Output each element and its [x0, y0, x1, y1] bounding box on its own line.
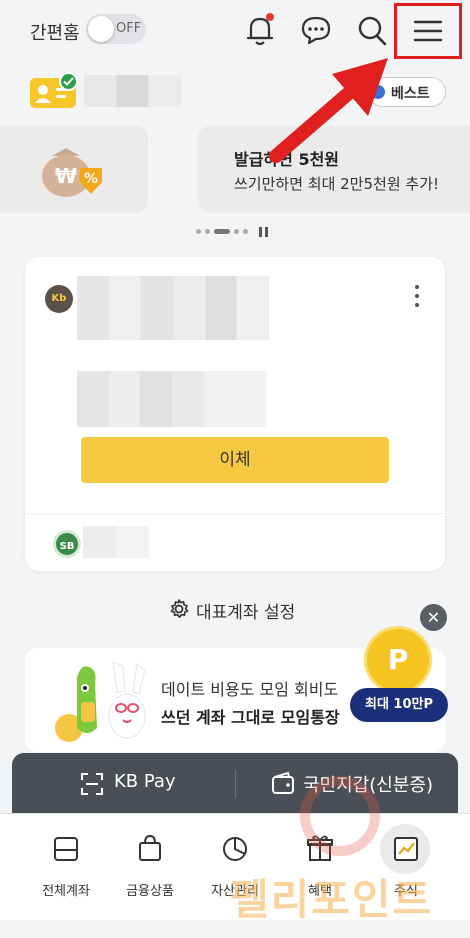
simple-home-label: 간편홈 [30, 23, 80, 44]
scan-icon [81, 773, 103, 795]
red-arrow-annotation [269, 58, 388, 163]
wallet-card-icon [54, 837, 78, 861]
close-icon[interactable]: ✕ [420, 604, 447, 631]
svg-text:%: % [84, 171, 98, 187]
wallet-icon [272, 771, 294, 794]
shopping-bag-icon [139, 834, 161, 861]
kebab-dot [415, 303, 419, 307]
stock-chart-icon [394, 837, 418, 861]
pager-dot [234, 229, 239, 234]
nav-label-all-accounts: 전체계좌 [42, 884, 90, 899]
chat-icon[interactable] [298, 12, 332, 48]
pager-dot [243, 229, 248, 234]
money-bag-icon: ₩ % [42, 148, 102, 197]
profile-row: 베스트 [0, 66, 470, 118]
simple-home-toggle[interactable]: OFF [86, 14, 146, 44]
watermark-target-image [300, 776, 380, 856]
bell-icon[interactable] [243, 12, 277, 48]
nav-label-financial-products: 금융상품 [126, 884, 174, 899]
nav-item-all-accounts[interactable]: 전체계좌 [26, 814, 106, 914]
pager-dot-active [214, 229, 230, 234]
banner-card-previous[interactable]: ₩ % [0, 126, 148, 213]
banner-subtitle: 쓰기만하면 최대 2만5천원 추가! [234, 175, 440, 193]
search-icon[interactable] [355, 12, 389, 48]
blurred-linked-account [83, 526, 149, 558]
pause-icon[interactable] [258, 226, 270, 238]
svg-text:₩: ₩ [55, 164, 77, 188]
pager-dot [196, 229, 201, 234]
menu-icon[interactable] [410, 13, 444, 49]
gear-icon [170, 599, 189, 618]
promo-line-1: 데이트 비용도 모임 회비도 [161, 680, 339, 699]
pay-bar: KB Pay 국민지갑(신분증) [12, 753, 458, 815]
more-options-icon[interactable] [411, 283, 423, 309]
nav-item-financial-products[interactable]: 금융상품 [110, 814, 190, 914]
toggle-state-label: OFF [116, 21, 142, 36]
top-header: 간편홈 OFF [0, 0, 470, 62]
mascot-characters-image [55, 661, 146, 742]
pie-chart-icon [223, 837, 247, 861]
kb-pay-button[interactable]: KB Pay [114, 771, 176, 792]
promo-line-2: 쓰던 계좌 그대로 모임통장 [161, 708, 340, 727]
toggle-knob [88, 16, 114, 42]
pay-bar-divider [235, 770, 236, 798]
blurred-account-info [77, 276, 269, 340]
account-card: Kb 이체 SB [25, 257, 445, 571]
watermark-text: 펠리포인트 [230, 875, 434, 924]
verified-check-icon [59, 72, 78, 91]
savings-bank-logo: SB [53, 530, 81, 558]
kebab-dot [415, 285, 419, 289]
max-points-badge[interactable]: 최대 10만P [350, 688, 448, 722]
kb-bank-logo: Kb [45, 285, 73, 313]
kebab-dot [415, 294, 419, 298]
blurred-user-name [84, 75, 182, 107]
pager-dot [205, 229, 210, 234]
banner-pagination[interactable] [196, 226, 276, 238]
main-account-setting-label: 대표계좌 설정 [196, 603, 296, 623]
blurred-balance [77, 371, 267, 427]
point-coin-icon[interactable]: P [364, 626, 432, 694]
card-divider [25, 513, 445, 514]
transfer-button[interactable]: 이체 [81, 437, 389, 483]
